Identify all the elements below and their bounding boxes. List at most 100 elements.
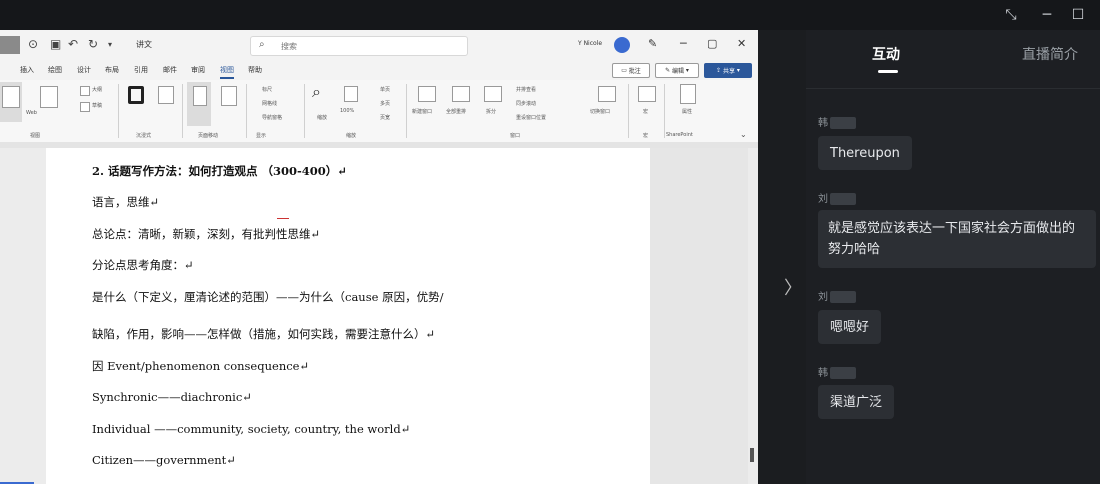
word-restore-icon[interactable]: ▢ [707,37,717,50]
group-macros-label: 宏 [643,133,649,139]
doc-line[interactable]: Citizen——government↵ [92,453,236,467]
comments-button[interactable]: ▭ 批注 [612,63,650,78]
multiple-pages-label[interactable]: 多页 [380,100,390,107]
message-username: 韩 [818,364,856,379]
ribbon-separator [304,84,305,138]
immersive-reader-icon[interactable] [158,86,174,104]
shared-screen: ⊙ ▣ ↶ ↻ ▾ 讲文 ⌕ 搜索 Y Nicole ✎ ─ ▢ ✕ 插入 绘图… [0,30,806,484]
document-margin [650,148,748,484]
collapse-ribbon-icon[interactable]: ⌄ [740,130,747,139]
zoom-label[interactable]: 缩放 [317,114,327,121]
arrange-all-icon[interactable] [452,86,470,102]
ribbon-separator [182,84,183,138]
word-minimize-icon[interactable]: ─ [680,37,687,50]
window-topbar [0,0,1100,30]
tab-draw[interactable]: 绘图 [48,65,62,75]
tab-help[interactable]: 帮助 [248,65,262,75]
reset-window-label[interactable]: 重设窗口位置 [516,114,546,121]
doc-line[interactable]: 分论点思考角度：↵ [92,257,194,273]
tab-interaction[interactable]: 互动 [872,44,900,64]
new-window-label[interactable]: 新建窗口 [412,108,432,115]
save-icon[interactable]: ▣ [50,37,61,51]
message-username: 刘 [818,190,856,205]
avatar[interactable] [614,37,630,53]
zoom-icon[interactable]: ⌕ [312,82,321,102]
undo-icon[interactable]: ↶ [68,37,78,51]
tab-view[interactable]: 视图 [220,65,234,79]
outline-label[interactable]: 大纲 [92,86,102,93]
word-logo [0,36,20,54]
page-width-label[interactable]: 页宽 [380,114,390,121]
doc-line[interactable]: 缺陷，作用，影响——怎样做（措施，如何实践，需要注意什么）↵ [92,326,435,342]
ribbon-separator [628,84,629,138]
tab-design[interactable]: 设计 [77,65,91,75]
message-username: 韩 [818,114,856,129]
search-input[interactable]: ⌕ 搜索 [250,36,468,56]
document-name[interactable]: 讲文 [136,39,152,50]
tab-mailings[interactable]: 邮件 [163,65,177,75]
tab-live-intro[interactable]: 直播简介 [1022,44,1078,64]
properties-label[interactable]: 属性 [682,108,692,115]
web-layout-label[interactable]: Web [26,110,37,116]
pen-icon[interactable]: ✎ [648,37,657,50]
ribbon-separator [246,84,247,138]
draft-label[interactable]: 草稿 [92,102,102,109]
blurred-name [830,117,856,129]
message-username: 刘 [818,288,856,303]
spelling-mark [277,218,289,219]
switch-windows-icon[interactable] [598,86,616,102]
tab-insert[interactable]: 插入 [20,65,34,75]
ribbon-separator [664,84,665,138]
web-layout-icon[interactable] [40,86,58,108]
macros-icon[interactable] [638,86,656,102]
autosave-toggle[interactable]: ⊙ [28,37,38,51]
focus-icon[interactable] [128,86,144,104]
fullscreen-icon[interactable]: ⤡ [1000,4,1022,26]
ribbon-separator [118,84,119,138]
tab-layout[interactable]: 布局 [105,65,119,75]
editing-button[interactable]: ✎ 编辑 ▾ [655,63,699,78]
macros-label[interactable]: 宏 [643,108,648,115]
ruler-checkbox[interactable]: 标尺 [262,86,272,93]
group-zoom-label: 缩放 [346,133,357,139]
doc-line[interactable]: Synchronic——diachronic↵ [92,390,252,404]
outline-icon[interactable] [80,86,90,96]
tab-review[interactable]: 审阅 [191,65,205,75]
share-button[interactable]: ⇪ 共享 ▾ [704,63,752,78]
zoom-100-label[interactable]: 100% [340,108,354,114]
print-layout-icon [2,86,20,108]
chevron-right-icon[interactable]: 〉 [784,274,802,300]
properties-icon[interactable] [680,84,696,104]
tab-references[interactable]: 引用 [134,65,148,75]
zoom-100-icon[interactable] [344,86,358,102]
side-by-side-label[interactable]: 并排查看 [516,86,536,93]
scrollbar[interactable] [750,448,754,462]
doc-line[interactable]: 2. 话题写作方法：如何打造观点 （300-400）↵ [92,163,347,179]
gridlines-checkbox[interactable]: 网格线 [262,100,277,107]
chat-message: 就是感觉应该表达一下国家社会方面做出的努力哈哈 [818,210,1096,268]
word-close-icon[interactable]: ✕ [737,37,746,50]
switch-windows-label[interactable]: 切换窗口 [590,108,610,115]
chat-panel: 互动 直播简介 韩 Thereupon 刘 就是感觉应该表达一下国家社会方面做出… [806,30,1100,484]
doc-line[interactable]: 是什么（下定义，厘清论述的范围）——为什么（cause 原因，优势/ [92,289,443,305]
redo-icon[interactable]: ↻ [88,37,98,51]
doc-line[interactable]: 总论点：清晰，新颖，深刻，有批判性思维↵ [92,226,320,242]
doc-line[interactable]: 语言，思维↵ [92,194,159,210]
panel-divider [806,88,1100,89]
minimize-icon[interactable]: ─ [1036,4,1058,26]
vertical-icon [193,86,207,106]
doc-line[interactable]: Individual ——community, society, country… [92,422,410,436]
new-window-icon[interactable] [418,86,436,102]
quick-access-dropdown-icon[interactable]: ▾ [108,40,112,49]
maximize-icon[interactable]: ☐ [1067,4,1089,26]
one-page-label[interactable]: 单页 [380,86,390,93]
doc-line[interactable]: 因 Event/phenomenon consequence↵ [92,358,309,374]
arrange-all-label[interactable]: 全部重排 [446,108,466,115]
sync-scroll-label[interactable]: 同步滚动 [516,100,536,107]
split-icon[interactable] [484,86,502,102]
word-titlebar: ⊙ ▣ ↶ ↻ ▾ 讲文 ⌕ 搜索 Y Nicole ✎ ─ ▢ ✕ [0,30,758,60]
split-label[interactable]: 拆分 [486,108,496,115]
navigation-pane-checkbox[interactable]: 导航窗格 [262,114,282,121]
side-to-side-icon[interactable] [221,86,237,106]
draft-icon[interactable] [80,102,90,112]
